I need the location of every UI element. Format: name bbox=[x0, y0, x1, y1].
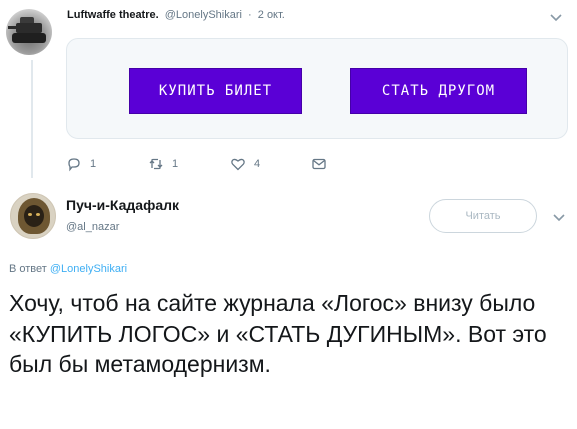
avatar-luftwaffe-theatre[interactable] bbox=[6, 9, 52, 55]
like-count: 4 bbox=[254, 158, 261, 170]
tweet-media-card[interactable]: КУПИТЬ БИЛЕТ СТАТЬ ДРУГОМ bbox=[66, 38, 568, 139]
retweet-icon bbox=[149, 158, 163, 170]
retweet-action[interactable]: 1 bbox=[148, 156, 178, 172]
reply-prefix: В ответ bbox=[9, 263, 47, 275]
parent-author-name[interactable]: Luftwaffe theatre. bbox=[67, 9, 159, 21]
direct-message-action[interactable] bbox=[311, 156, 327, 172]
reply-tweet-text: Хочу, чтоб на сайте журнала «Логос» вниз… bbox=[9, 290, 547, 377]
reply-to-handle-link[interactable]: @LonelyShikari bbox=[50, 263, 127, 275]
parent-tweet-header: Luftwaffe theatre. @LonelyShikari · 2 ок… bbox=[67, 9, 285, 21]
reply-context: В ответ @LonelyShikari bbox=[9, 263, 127, 275]
avatar-face bbox=[24, 205, 44, 227]
dm-icon bbox=[312, 158, 326, 170]
header-separator: · bbox=[248, 9, 252, 21]
reply-author-handle[interactable]: @al_nazar bbox=[66, 221, 119, 233]
retweet-count: 1 bbox=[172, 158, 179, 170]
parent-tweet-date[interactable]: 2 окт. bbox=[258, 9, 285, 21]
chevron-down-icon[interactable] bbox=[552, 210, 566, 224]
like-icon bbox=[231, 158, 245, 171]
reply-count: 1 bbox=[90, 158, 97, 170]
like-action[interactable]: 4 bbox=[230, 156, 260, 172]
avatar-puch-i-kadafalk[interactable] bbox=[10, 193, 56, 239]
become-friend-button[interactable]: СТАТЬ ДРУГОМ bbox=[350, 68, 527, 114]
reply-action[interactable]: 1 bbox=[66, 156, 96, 172]
buy-ticket-button[interactable]: КУПИТЬ БИЛЕТ bbox=[129, 68, 302, 114]
avatar-eye-left bbox=[28, 213, 32, 216]
chevron-down-icon[interactable] bbox=[549, 10, 563, 24]
thread-connector-line bbox=[31, 60, 33, 178]
reply-author-name[interactable]: Пуч-и-Кадафалк bbox=[66, 197, 179, 213]
parent-author-handle[interactable]: @LonelyShikari bbox=[165, 9, 242, 21]
avatar-tank-gun bbox=[8, 26, 20, 29]
follow-button[interactable]: Читать bbox=[429, 199, 537, 233]
avatar-eye-right bbox=[36, 213, 40, 216]
reply-icon bbox=[68, 158, 80, 172]
avatar-tank-tracks bbox=[12, 33, 46, 43]
